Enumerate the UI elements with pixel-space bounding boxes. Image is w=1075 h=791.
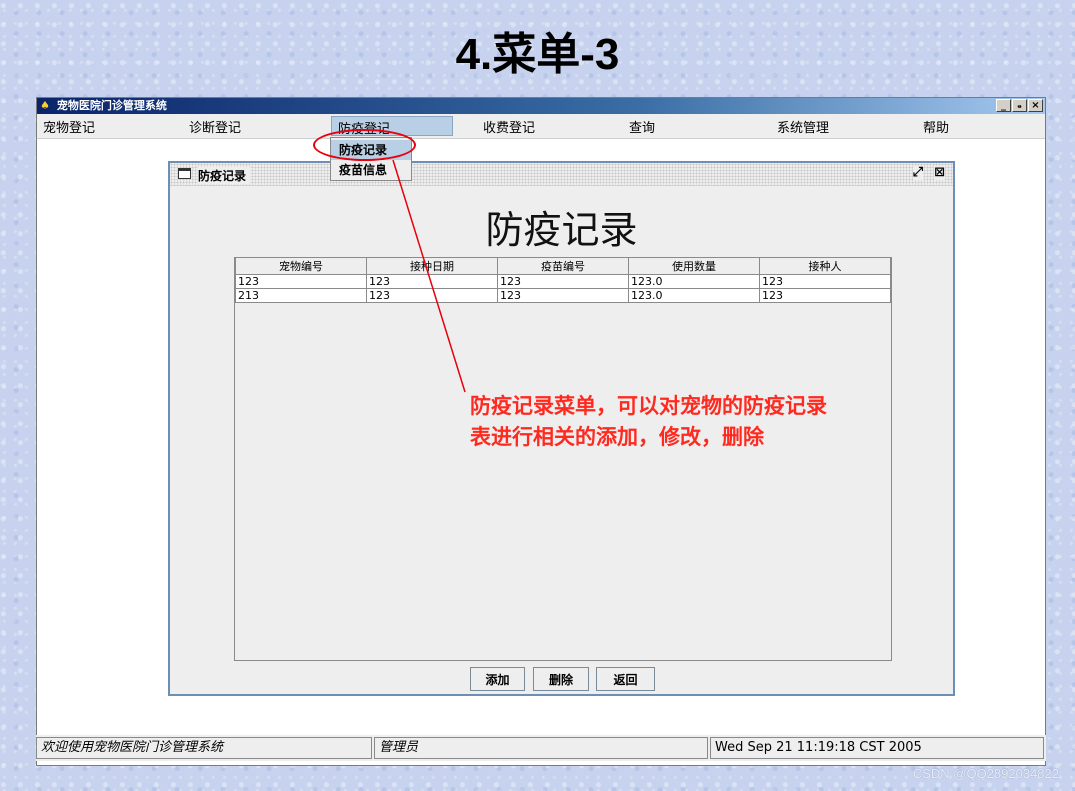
- watermark: CSDN @QQ2892034822: [912, 766, 1059, 781]
- annotation-line-2: 表进行相关的添加，修改，删除: [470, 424, 764, 449]
- slide-title: 4.菜单-3: [455, 30, 620, 79]
- menu-diagnosis-registration[interactable]: 诊断登记: [189, 117, 241, 136]
- button-bar: 添加 删除 返回: [170, 667, 953, 691]
- window-title: 宠物医院门诊管理系统: [56, 99, 167, 112]
- menu-pet-registration[interactable]: 宠物登记: [43, 117, 95, 136]
- table-cell[interactable]: 123: [235, 274, 367, 289]
- records-table: 宠物编号 接种日期 疫苗编号 使用数量 接种人 123 123 123 123.…: [235, 258, 891, 303]
- restore-icon[interactable]: ⤢: [912, 166, 923, 180]
- annotation-text: 防疫记录菜单，可以对宠物的防疫记录 表进行相关的添加，修改，删除: [470, 390, 930, 452]
- table-row[interactable]: 213 123 123 123.0 123: [235, 288, 891, 303]
- annotation-line-1: 防疫记录菜单，可以对宠物的防疫记录: [470, 393, 827, 418]
- close-icon[interactable]: ⊠: [934, 166, 945, 180]
- menu-system-management[interactable]: 系统管理: [777, 117, 829, 136]
- add-button[interactable]: 添加: [470, 667, 525, 691]
- column-header-vaccination-date[interactable]: 接种日期: [366, 258, 498, 275]
- window-titlebar[interactable]: ♠ 宠物医院门诊管理系统 _ ₔ ×: [37, 98, 1045, 114]
- menu-item-vaccine-info[interactable]: 疫苗信息: [331, 160, 411, 180]
- close-button[interactable]: ×: [1028, 99, 1043, 112]
- menu-fee-registration[interactable]: 收费登记: [483, 117, 535, 136]
- table-cell[interactable]: 123.0: [628, 274, 760, 289]
- status-time: Wed Sep 21 11:19:18 CST 2005: [710, 737, 1044, 759]
- minimize-button[interactable]: _: [996, 99, 1011, 112]
- table-cell[interactable]: 123: [759, 288, 891, 303]
- column-header-vaccine-id[interactable]: 疫苗编号: [497, 258, 629, 275]
- column-header-quantity[interactable]: 使用数量: [628, 258, 760, 275]
- frame-window-icon: [178, 168, 191, 179]
- menu-help[interactable]: 帮助: [923, 117, 949, 136]
- window-controls: _ ₔ ×: [996, 99, 1043, 112]
- table-cell[interactable]: 123: [759, 274, 891, 289]
- table-row[interactable]: 123 123 123 123.0 123: [235, 274, 891, 289]
- status-user: 管理员: [374, 737, 708, 759]
- column-header-vaccinator[interactable]: 接种人: [759, 258, 891, 275]
- page-heading: 防疫记录: [485, 208, 638, 252]
- frame-title: 防疫记录: [198, 167, 251, 184]
- table-cell[interactable]: 123: [366, 288, 498, 303]
- back-button[interactable]: 返回: [596, 667, 655, 691]
- records-table-scrollpane[interactable]: 宠物编号 接种日期 疫苗编号 使用数量 接种人 123 123 123 123.…: [234, 257, 892, 661]
- table-cell[interactable]: 123: [497, 288, 629, 303]
- menu-query[interactable]: 查询: [629, 117, 655, 136]
- app-icon: ♠: [40, 99, 50, 112]
- menubar: 宠物登记 诊断登记 防疫登记 收费登记 查询 系统管理 帮助: [37, 114, 1045, 139]
- column-header-pet-id[interactable]: 宠物编号: [235, 258, 367, 275]
- table-cell[interactable]: 123.0: [628, 288, 760, 303]
- annotation-ellipse: [313, 129, 416, 161]
- table-cell[interactable]: 123: [497, 274, 629, 289]
- table-cell[interactable]: 213: [235, 288, 367, 303]
- table-cell[interactable]: 123: [366, 274, 498, 289]
- status-welcome: 欢迎使用宠物医院门诊管理系统: [36, 737, 372, 759]
- statusbar: 欢迎使用宠物医院门诊管理系统 管理员 Wed Sep 21 11:19:18 C…: [36, 735, 1046, 761]
- maximize-button[interactable]: ₔ: [1012, 99, 1027, 112]
- delete-button[interactable]: 删除: [533, 667, 589, 691]
- frame-titlebar[interactable]: 防疫记录 ⤢ ⊠: [170, 163, 953, 186]
